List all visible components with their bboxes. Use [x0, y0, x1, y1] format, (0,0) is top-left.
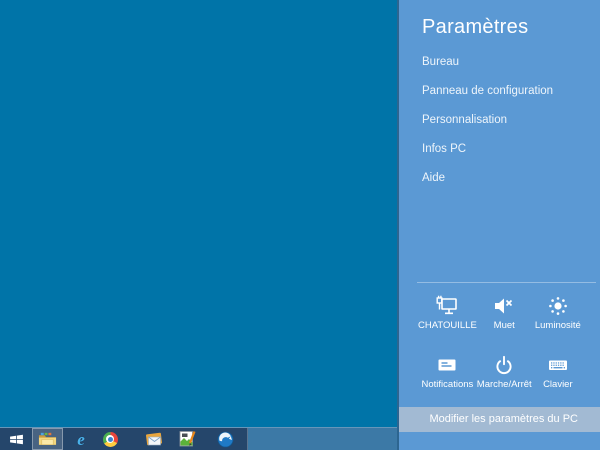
- tile-label: Notifications: [421, 379, 474, 390]
- tile-network[interactable]: CHATOUILLE: [418, 294, 477, 331]
- mail-button[interactable]: [142, 428, 165, 450]
- thunderbird-icon: [217, 431, 234, 448]
- brightness-icon: [546, 294, 570, 318]
- menu-item-aide[interactable]: Aide: [399, 164, 600, 193]
- panel-title: Paramètres: [422, 16, 529, 38]
- settings-menu: Bureau Panneau de configuration Personna…: [399, 48, 600, 193]
- tile-label: CHATOUILLE: [418, 320, 477, 331]
- settings-charm-panel: Paramètres Bureau Panneau de configurati…: [397, 0, 600, 450]
- photo-editor-icon: [179, 430, 196, 448]
- tile-notifications[interactable]: Notifications: [418, 353, 477, 390]
- photo-editor-button[interactable]: [176, 428, 199, 450]
- tile-label: Marche/Arrêt: [476, 379, 532, 390]
- power-icon: [492, 353, 516, 377]
- google-chrome-icon: [102, 431, 118, 447]
- tile-brightness[interactable]: Luminosité: [532, 294, 584, 331]
- network-icon: [435, 294, 459, 318]
- taskbar: e: [0, 427, 397, 450]
- menu-item-panneau-de-configuration[interactable]: Panneau de configuration: [399, 77, 600, 106]
- change-pc-settings-link[interactable]: Modifier les paramètres du PC: [399, 407, 600, 432]
- tile-label: Luminosité: [534, 320, 581, 331]
- tile-power[interactable]: Marche/Arrêt: [477, 353, 532, 390]
- notifications-icon: [435, 353, 459, 377]
- thunderbird-button[interactable]: [214, 428, 237, 450]
- menu-item-bureau[interactable]: Bureau: [399, 48, 600, 77]
- tile-label: Muet: [493, 320, 515, 331]
- tile-keyboard[interactable]: Clavier: [532, 353, 584, 390]
- file-explorer-button[interactable]: [32, 428, 63, 450]
- panel-divider: [417, 282, 596, 283]
- start-button[interactable]: [3, 428, 29, 450]
- tile-label: Clavier: [543, 379, 573, 390]
- desktop-background: e Paramètres Bureau Panneau de configura…: [0, 0, 600, 450]
- internet-explorer-icon: e: [77, 429, 85, 449]
- keyboard-icon: [546, 353, 570, 377]
- mail-icon: [144, 431, 164, 447]
- menu-item-infos-pc[interactable]: Infos PC: [399, 135, 600, 164]
- tile-mute[interactable]: Muet: [477, 294, 532, 331]
- windows-start-icon: [8, 431, 25, 448]
- menu-item-personnalisation[interactable]: Personnalisation: [399, 106, 600, 135]
- file-explorer-icon: [38, 431, 57, 447]
- mute-icon: [492, 294, 516, 318]
- internet-explorer-button[interactable]: e: [70, 428, 92, 450]
- quick-settings-tiles: CHATOUILLE Muet Luminosité Notifications…: [418, 294, 584, 390]
- google-chrome-button[interactable]: [99, 428, 121, 450]
